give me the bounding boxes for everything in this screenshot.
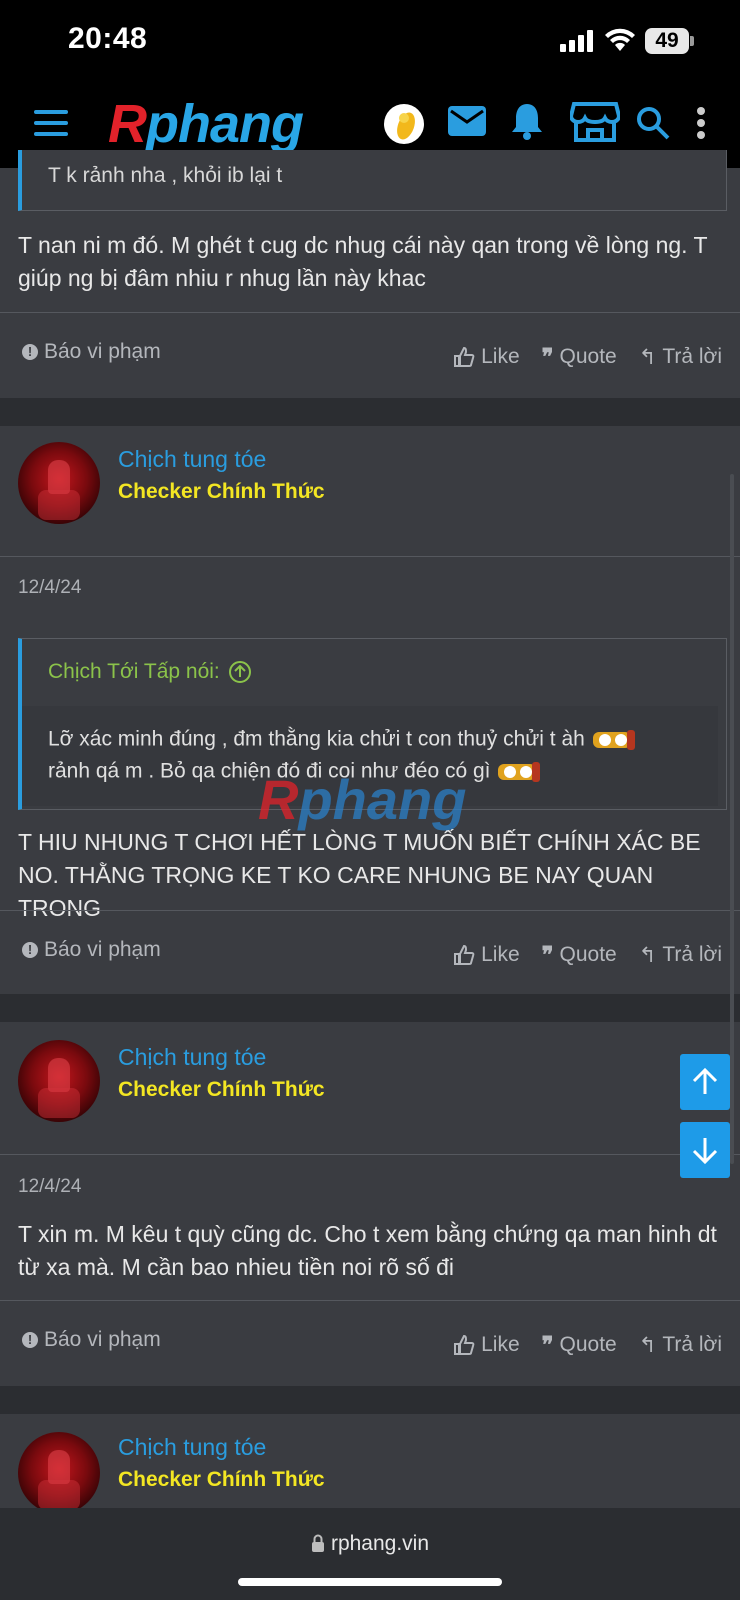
reply-icon: ↰: [638, 943, 657, 967]
reply-button[interactable]: ↰ Trả lời: [639, 1333, 722, 1358]
quote-button[interactable]: ❞ Quote: [542, 344, 617, 370]
more-icon[interactable]: [696, 106, 706, 140]
reply-icon: ↰: [638, 1333, 657, 1357]
author-avatar[interactable]: [18, 1432, 100, 1514]
divider: [0, 1300, 740, 1301]
emoji-sticker-icon: [592, 730, 635, 750]
scroll-down-button[interactable]: [680, 1122, 730, 1178]
site-logo[interactable]: Rphang: [108, 92, 304, 156]
divider: [0, 312, 740, 313]
user-avatar[interactable]: [384, 104, 424, 144]
reply-button[interactable]: ↰ Trả lời: [639, 345, 722, 370]
alert-icon: !: [22, 942, 38, 958]
reply-icon: ↰: [638, 345, 657, 369]
lock-icon: [311, 1534, 324, 1552]
post-gap: [0, 398, 740, 426]
post-card: [0, 1414, 740, 1514]
mail-icon[interactable]: [448, 106, 486, 136]
quote-icon: ❞: [541, 942, 554, 967]
post-body: T nan ni m đó. M ghét t cug dc nhug cái …: [18, 232, 708, 291]
battery-tip: [690, 36, 694, 46]
reply-button[interactable]: ↰ Trả lời: [639, 943, 722, 968]
quote-author[interactable]: Chịch Tới Tấp nói:: [48, 660, 252, 684]
url-field[interactable]: rphang.vin: [0, 1532, 740, 1556]
quote-text: T k rảnh nha , khỏi ib lại t: [48, 164, 283, 187]
thumbs-up-icon: [454, 1334, 475, 1355]
emoji-sticker-icon: [498, 762, 541, 782]
report-link[interactable]: ! Báo vi phạm: [22, 938, 161, 962]
divider: [0, 1154, 740, 1155]
like-button[interactable]: Like: [453, 1333, 520, 1357]
author-role: Checker Chính Thức: [118, 1468, 325, 1491]
arrow-down-icon: [692, 1138, 718, 1165]
author-name[interactable]: Chịch tung tóe: [118, 446, 266, 473]
thumbs-up-icon: [454, 346, 475, 367]
menu-icon[interactable]: [34, 110, 68, 138]
bell-icon[interactable]: [510, 102, 544, 140]
like-button[interactable]: Like: [453, 943, 520, 967]
search-icon[interactable]: [636, 106, 670, 140]
author-avatar[interactable]: [18, 1040, 100, 1122]
alert-icon: !: [22, 1332, 38, 1348]
post-date[interactable]: 12/4/24: [18, 577, 81, 599]
report-link[interactable]: ! Báo vi phạm: [22, 340, 161, 364]
clock: 20:48: [68, 22, 148, 55]
watermark-logo: Rphang: [258, 768, 467, 831]
battery-indicator: 49: [645, 28, 689, 54]
author-name[interactable]: Chịch tung tóe: [118, 1434, 266, 1461]
report-link[interactable]: ! Báo vi phạm: [22, 1328, 161, 1352]
post-gap: [0, 1386, 740, 1414]
divider: [0, 910, 740, 911]
home-indicator[interactable]: [238, 1578, 502, 1586]
post-actions: Like ❞ Quote ↰ Trả lời: [453, 1332, 722, 1358]
quote-icon: ❞: [541, 344, 554, 369]
post-actions: Like ❞ Quote ↰ Trả lời: [453, 344, 722, 370]
arrow-up-circle-icon: [228, 661, 251, 683]
alert-icon: !: [22, 344, 38, 360]
scroll-up-button[interactable]: [680, 1054, 730, 1110]
post-date[interactable]: 12/4/24: [18, 1176, 81, 1198]
quote-text-line1: Lỡ xác minh đúng , đm thằng kia chửi t c…: [48, 726, 637, 754]
post-actions: Like ❞ Quote ↰ Trả lời: [453, 942, 722, 968]
quote-button[interactable]: ❞ Quote: [542, 942, 617, 968]
signal-icon: [560, 30, 593, 52]
author-role: Checker Chính Thức: [118, 1078, 325, 1101]
post-body: T xin m. M kêu t quỳ cũng dc. Cho t xem …: [18, 1221, 717, 1280]
author-name[interactable]: Chịch tung tóe: [118, 1044, 266, 1071]
quote-icon: ❞: [541, 1332, 554, 1357]
scrollbar[interactable]: [730, 474, 734, 1164]
divider: [0, 556, 740, 557]
store-icon[interactable]: [570, 100, 620, 142]
wifi-icon: [605, 28, 635, 51]
author-avatar[interactable]: [18, 442, 100, 524]
author-role: Checker Chính Thức: [118, 480, 325, 503]
thumbs-up-icon: [454, 944, 475, 965]
quote-button[interactable]: ❞ Quote: [542, 1332, 617, 1358]
post-gap: [0, 994, 740, 1022]
like-button[interactable]: Like: [453, 345, 520, 369]
arrow-up-icon: [692, 1067, 718, 1094]
